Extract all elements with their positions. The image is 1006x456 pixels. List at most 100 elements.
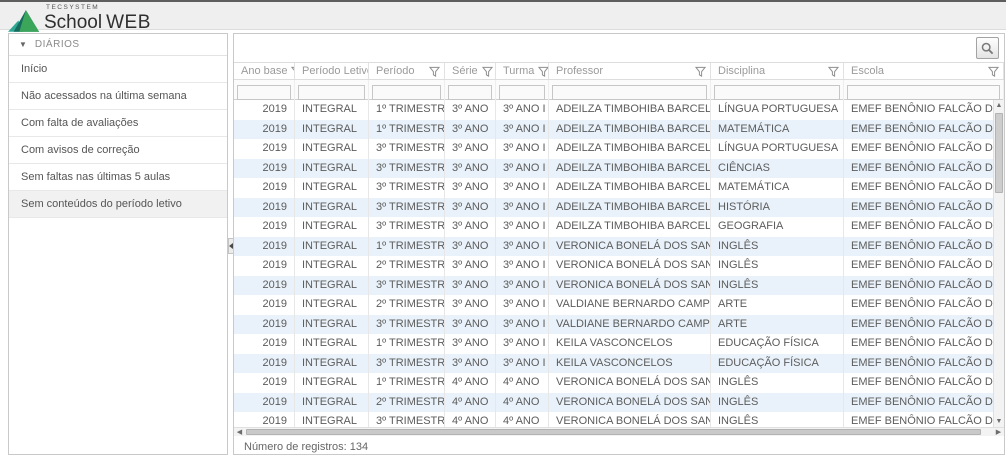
filter-input-escola[interactable] [847, 85, 1000, 100]
filter-funnel-icon[interactable] [828, 66, 839, 77]
table-cell: 2º TRIMESTRE [369, 393, 445, 413]
table-row[interactable]: 2019INTEGRAL1º TRIMESTRE3º ANO3º ANO IAD… [234, 100, 1004, 120]
filter-funnel-icon[interactable] [429, 66, 440, 77]
table-row[interactable]: 2019INTEGRAL3º TRIMESTRE3º ANO3º ANO IAD… [234, 178, 1004, 198]
filter-input-professor[interactable] [552, 85, 707, 100]
table-cell: INGLÊS [711, 393, 844, 413]
table-cell: 3º ANO [445, 120, 496, 140]
scroll-right-icon[interactable]: ▶ [993, 428, 1004, 436]
search-icon [981, 42, 994, 55]
table-row[interactable]: 2019INTEGRAL3º TRIMESTRE3º ANO3º ANO IKE… [234, 354, 1004, 374]
table-cell: 3º TRIMESTRE [369, 198, 445, 218]
table-row[interactable]: 2019INTEGRAL2º TRIMESTRE4º ANO4º ANOVERO… [234, 393, 1004, 413]
sidebar-item-nao-acessados-na-ultima-semana[interactable]: Não acessados na última semana [9, 83, 227, 110]
table-row[interactable]: 2019INTEGRAL1º TRIMESTRE3º ANO3º ANO IKE… [234, 334, 1004, 354]
table-cell: INTEGRAL [295, 178, 369, 198]
table-row[interactable]: 2019INTEGRAL1º TRIMESTRE4º ANO4º ANOVERO… [234, 373, 1004, 393]
sidebar-item-com-falta-de-avaliacoes[interactable]: Com falta de avaliações [9, 110, 227, 137]
column-header-serie[interactable]: Série [445, 63, 496, 79]
filter-funnel-icon[interactable] [988, 66, 999, 77]
column-header-disciplina[interactable]: Disciplina [711, 63, 844, 79]
table-cell: ADEILZA TIMBOHIBA BARCELOS [549, 159, 711, 179]
search-button[interactable] [976, 37, 999, 59]
filter-input-ano-base[interactable] [237, 85, 291, 100]
table-row[interactable]: 2019INTEGRAL3º TRIMESTRE3º ANO3º ANO IAD… [234, 159, 1004, 179]
table-cell: 2019 [234, 315, 295, 335]
sidebar-header[interactable]: ▼ DIÁRIOS [9, 34, 227, 56]
column-header-professor[interactable]: Professor [549, 63, 711, 79]
table-cell: EMEF BENÔNIO FALCÃO DE GOUVÊA [844, 315, 1004, 335]
sidebar-item-sem-conteudos-do-periodo-letivo[interactable]: Sem conteúdos do período letivo [9, 191, 227, 218]
sidebar-item-sem-faltas-nas-ultimas-5-aulas[interactable]: Sem faltas nas últimas 5 aulas [9, 164, 227, 191]
scroll-down-icon[interactable]: ▼ [994, 416, 1004, 427]
table-cell: 3º ANO I [496, 217, 549, 237]
filter-input-periodo-letivo[interactable] [298, 85, 365, 100]
sidebar-item-inicio[interactable]: Início [9, 56, 227, 83]
table-row[interactable]: 2019INTEGRAL3º TRIMESTRE3º ANO3º ANO IVE… [234, 276, 1004, 296]
column-header-periodo-letivo[interactable]: Período Letivo [295, 63, 369, 79]
column-header-periodo[interactable]: Período [369, 63, 445, 79]
table-cell: INGLÊS [711, 237, 844, 257]
table-cell: EMEF BENÔNIO FALCÃO DE GOUVÊA [844, 256, 1004, 276]
table-cell: EMEF BENÔNIO FALCÃO DE GOUVÊA [844, 393, 1004, 413]
table-row[interactable]: 2019INTEGRAL1º TRIMESTRE3º ANO3º ANO IAD… [234, 120, 1004, 140]
table-row[interactable]: 2019INTEGRAL2º TRIMESTRE3º ANO3º ANO IVA… [234, 295, 1004, 315]
vertical-scrollbar[interactable]: ▲ ▼ [993, 100, 1004, 427]
table-row[interactable]: 2019INTEGRAL3º TRIMESTRE3º ANO3º ANO IVA… [234, 315, 1004, 335]
table-row[interactable]: 2019INTEGRAL3º TRIMESTRE3º ANO3º ANO IAD… [234, 217, 1004, 237]
table-cell: 3º TRIMESTRE [369, 159, 445, 179]
table-row[interactable]: 2019INTEGRAL3º TRIMESTRE3º ANO3º ANO IAD… [234, 198, 1004, 218]
table-cell: INTEGRAL [295, 217, 369, 237]
sidebar-title: DIÁRIOS [35, 39, 80, 50]
table-cell: 2019 [234, 412, 295, 427]
vertical-scrollbar-thumb[interactable] [995, 113, 1003, 193]
table-cell: EMEF BENÔNIO FALCÃO DE GOUVÊA [844, 178, 1004, 198]
horizontal-scrollbar-thumb[interactable] [246, 429, 981, 435]
table-cell: 2019 [234, 178, 295, 198]
table-cell: 2º TRIMESTRE [369, 295, 445, 315]
table-row[interactable]: 2019INTEGRAL2º TRIMESTRE3º ANO3º ANO IVE… [234, 256, 1004, 276]
table-cell: 3º ANO [445, 100, 496, 120]
table-cell: 2019 [234, 393, 295, 413]
column-header-escola[interactable]: Escola [844, 63, 1004, 79]
filter-funnel-icon[interactable] [695, 66, 706, 77]
table-row[interactable]: 2019INTEGRAL3º TRIMESTRE4º ANO4º ANOVERO… [234, 412, 1004, 427]
table-cell: 2019 [234, 354, 295, 374]
table-cell: 2019 [234, 295, 295, 315]
app-header-bar: TECSYSTEM School WEB [0, 2, 1006, 30]
table-cell: 3º ANO [445, 256, 496, 276]
table-cell: EMEF BENÔNIO FALCÃO DE GOUVÊA [844, 159, 1004, 179]
filter-cell [711, 80, 844, 102]
horizontal-scrollbar[interactable]: ◀ ▶ [234, 427, 1004, 436]
table-cell: CIÊNCIAS [711, 159, 844, 179]
filter-input-periodo[interactable] [372, 85, 441, 100]
filter-input-serie[interactable] [448, 85, 492, 100]
table-row[interactable]: 2019INTEGRAL1º TRIMESTRE3º ANO3º ANO IVE… [234, 237, 1004, 257]
table-cell: INTEGRAL [295, 276, 369, 296]
table-cell: 3º TRIMESTRE [369, 276, 445, 296]
table-cell: VERONICA BONELÁ DOS SANTOS [549, 276, 711, 296]
table-cell: VERONICA BONELÁ DOS SANTOS [549, 256, 711, 276]
table-cell: 1º TRIMESTRE [369, 120, 445, 140]
filter-input-turma[interactable] [499, 85, 545, 100]
table-cell: 2019 [234, 256, 295, 276]
table-cell: 3º ANO I [496, 276, 549, 296]
column-header-turma[interactable]: Turma [496, 63, 549, 79]
table-cell: INGLÊS [711, 373, 844, 393]
table-cell: 1º TRIMESTRE [369, 334, 445, 354]
table-row[interactable]: 2019INTEGRAL3º TRIMESTRE3º ANO3º ANO IAD… [234, 139, 1004, 159]
filter-funnel-icon[interactable] [538, 66, 549, 77]
table-cell: ADEILZA TIMBOHIBA BARCELOS [549, 178, 711, 198]
scroll-left-icon[interactable]: ◀ [234, 428, 245, 436]
table-cell: 3º ANO I [496, 178, 549, 198]
table-cell: 2019 [234, 159, 295, 179]
scroll-up-icon[interactable]: ▲ [994, 100, 1004, 111]
filter-cell [445, 80, 496, 102]
filter-funnel-icon[interactable] [482, 66, 493, 77]
main-panel: Ano base Período Letivo Período Série Tu… [233, 33, 1005, 455]
chevron-down-icon[interactable]: ▼ [19, 41, 27, 49]
filter-input-disciplina[interactable] [714, 85, 840, 100]
sidebar-item-com-avisos-de-correcao[interactable]: Com avisos de correção [9, 137, 227, 164]
column-header-ano-base[interactable]: Ano base [234, 63, 295, 79]
brand-word-web: WEB [106, 13, 151, 32]
